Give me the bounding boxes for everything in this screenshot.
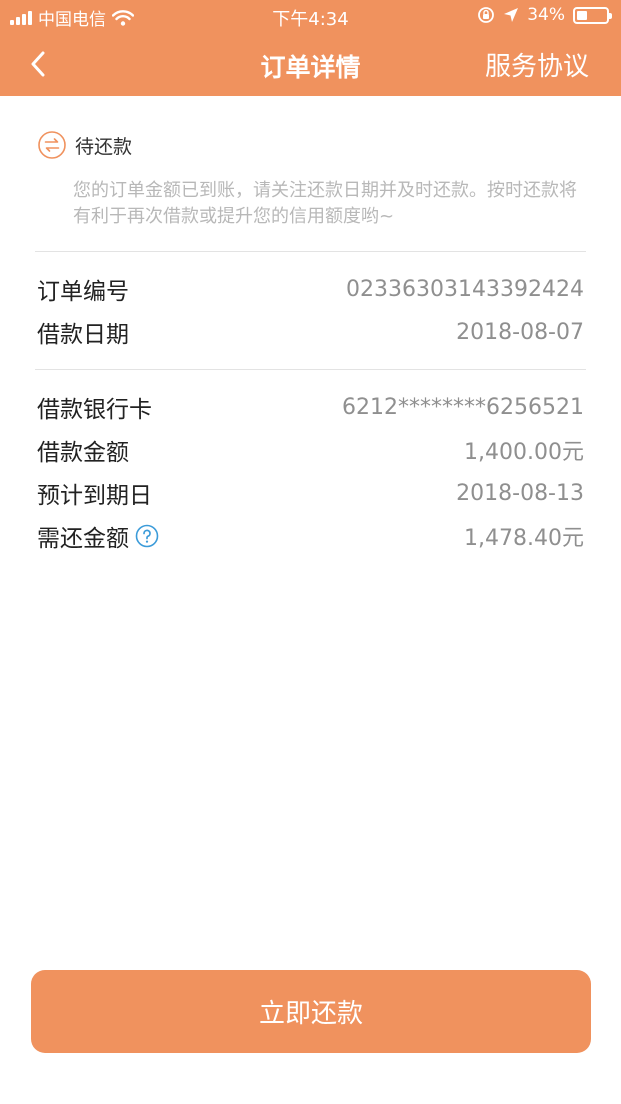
divider <box>35 251 586 252</box>
nav-bar: 订单详情 服务协议 <box>0 32 621 96</box>
battery-percent: 34% <box>527 5 565 25</box>
due-date-row: 预计到期日 2018-08-13 <box>37 476 584 510</box>
location-arrow-icon <box>504 8 519 22</box>
repay-amount-value: 1,478.40元 <box>464 526 584 551</box>
status-bar: 中国电信 下午4:34 34% <box>0 0 621 32</box>
loan-amount-label: 借款金额 <box>37 440 129 466</box>
loan-date-label: 借款日期 <box>37 322 129 348</box>
status-bar-right: 34% <box>477 5 612 25</box>
bank-card-label: 借款银行卡 <box>37 397 152 423</box>
exchange-icon <box>38 131 66 159</box>
bank-card-value: 6212********6256521 <box>342 394 584 420</box>
order-detail-page: 中国电信 下午4:34 34% 订单详情 服务协议 待还款 您的订单金额已到账，… <box>0 0 621 1104</box>
chevron-left-icon <box>31 51 45 77</box>
bank-card-row: 借款银行卡 6212********6256521 <box>37 390 584 424</box>
battery-fill <box>577 10 587 20</box>
loan-date-value: 2018-08-07 <box>456 319 584 345</box>
order-number-row: 订单编号 02336303143392424 <box>37 272 584 306</box>
divider <box>35 369 586 370</box>
service-agreement-link[interactable]: 服务协议 <box>485 46 589 83</box>
help-icon[interactable] <box>135 524 159 548</box>
header: 中国电信 下午4:34 34% 订单详情 服务协议 <box>0 0 621 96</box>
rotation-lock-icon <box>478 7 495 23</box>
pay-now-button[interactable]: 立即还款 <box>31 970 591 1053</box>
order-status-description: 您的订单金额已到账，请关注还款日期并及时还款。按时还款将有利于再次借款或提升您的… <box>73 180 577 227</box>
back-button[interactable] <box>18 46 58 82</box>
order-number-label: 订单编号 <box>37 279 129 305</box>
repay-amount-row: 需还金额 1,478.40元 <box>37 519 584 553</box>
loan-amount-row: 借款金额 1,400.00元 <box>37 433 584 467</box>
repay-amount-label-group: 需还金额 <box>37 519 159 553</box>
loan-date-row: 借款日期 2018-08-07 <box>37 315 584 349</box>
repay-amount-label: 需还金额 <box>37 526 129 552</box>
due-date-value: 2018-08-13 <box>456 480 584 506</box>
order-status-row: 待还款 <box>37 130 585 160</box>
loan-amount-value: 1,400.00元 <box>464 440 584 465</box>
battery-icon <box>573 6 612 24</box>
order-status-section: 待还款 您的订单金额已到账，请关注还款日期并及时还款。按时还款将有利于再次借款或… <box>37 130 585 230</box>
order-status-label: 待还款 <box>75 135 133 158</box>
due-date-label: 预计到期日 <box>37 483 152 509</box>
order-number-value: 02336303143392424 <box>346 276 584 302</box>
